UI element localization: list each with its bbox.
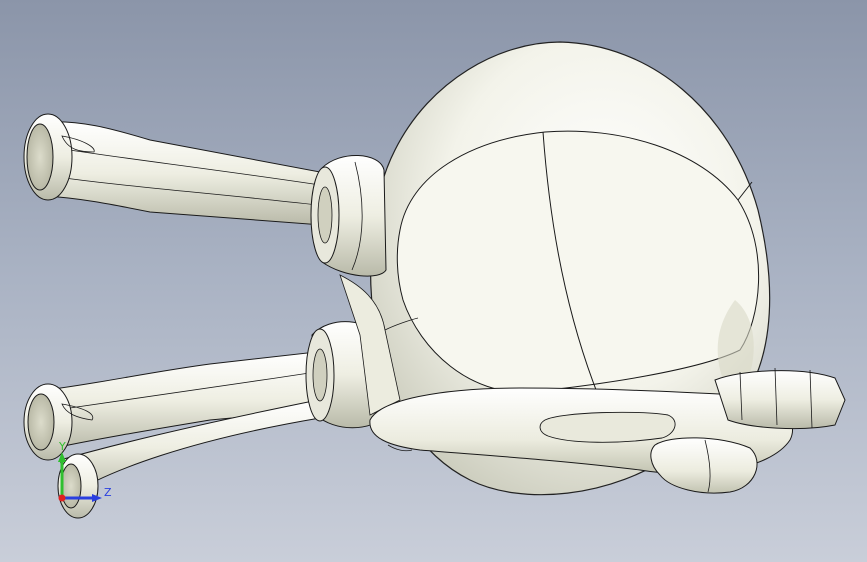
graphics-viewport[interactable]: Y Z xyxy=(0,0,867,562)
upper-arm xyxy=(23,113,387,277)
y-axis-arrow-icon xyxy=(58,452,66,462)
x-axis-origin-icon xyxy=(58,494,66,502)
axis-triad: Y Z xyxy=(58,440,112,502)
3d-model[interactable] xyxy=(0,0,867,562)
z-axis-label: Z xyxy=(104,486,112,499)
y-axis-label: Y xyxy=(58,440,66,453)
z-axis-arrow-icon xyxy=(92,494,102,502)
